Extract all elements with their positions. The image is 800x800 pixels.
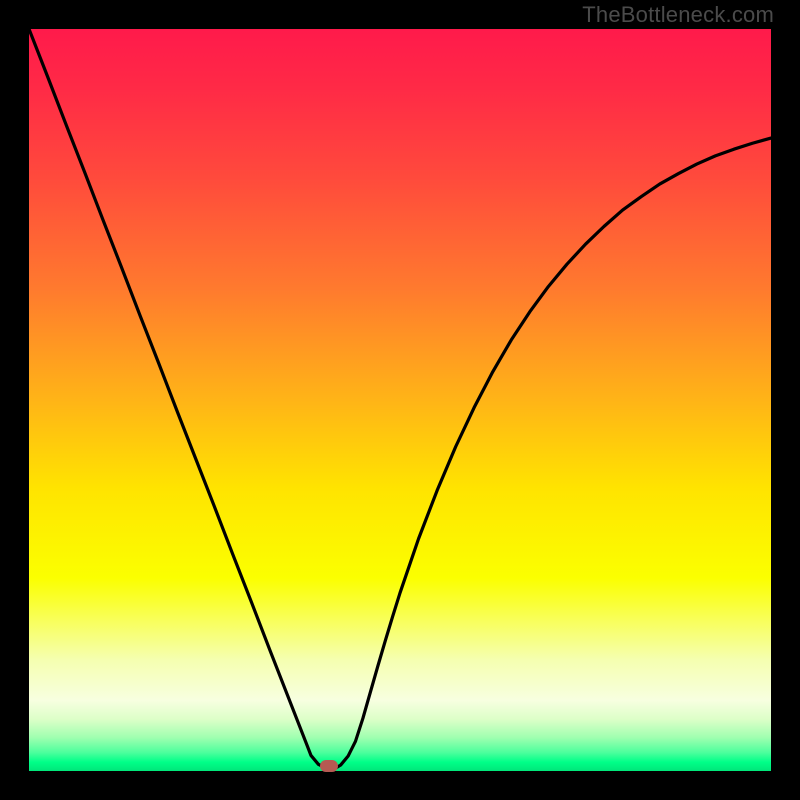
frame bbox=[29, 29, 771, 771]
watermark-text: TheBottleneck.com bbox=[582, 2, 774, 28]
chart-curve bbox=[29, 29, 771, 771]
minimum-marker bbox=[320, 760, 338, 772]
